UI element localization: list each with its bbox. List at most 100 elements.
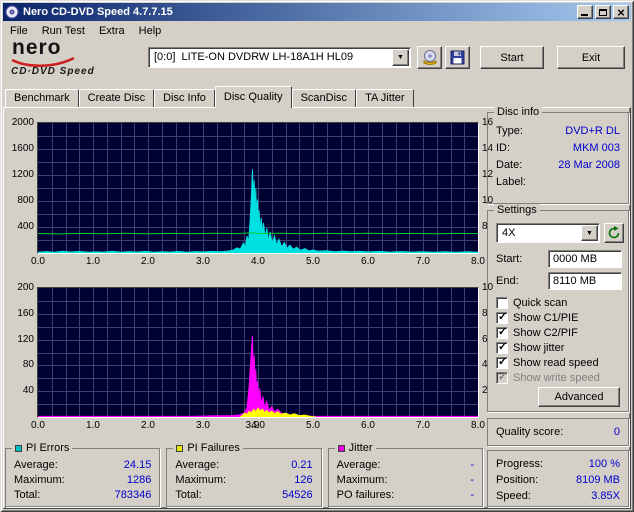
axis-tick-label: 1.0	[80, 421, 106, 431]
checkbox-show-write-speed: ✓Show write speed	[496, 370, 624, 385]
menu-help[interactable]: Help	[132, 23, 169, 39]
position-row: Position: 8109 MB	[488, 472, 628, 488]
axis-tick-label: 7.0	[410, 257, 436, 267]
title-bar[interactable]: Nero CD-DVD Speed 4.7.7.15 ×	[3, 3, 631, 21]
axis-tick-label: 80	[0, 360, 34, 370]
axis-tick-label: 2	[482, 386, 504, 396]
axis-tick-label: 8.0	[465, 421, 491, 431]
pi-failures-maximum-row: Maximum:126	[167, 472, 320, 487]
exit-button[interactable]: Exit	[557, 46, 625, 69]
stat-label: Maximum:	[14, 474, 65, 486]
stat-value: 54526	[282, 489, 313, 501]
advanced-button[interactable]: Advanced	[538, 387, 620, 407]
tab-create-disc[interactable]: Create Disc	[79, 89, 154, 107]
stat-label: Total:	[14, 489, 40, 501]
checkbox-label: Show jitter	[513, 342, 564, 354]
jitter-po-failures-row: PO failures:-	[329, 487, 482, 502]
refresh-button[interactable]	[604, 223, 624, 243]
tab-disc-quality[interactable]: Disc Quality	[215, 86, 292, 108]
quality-score-value: 0	[614, 426, 620, 438]
window-title: Nero CD-DVD Speed 4.7.7.15	[23, 6, 575, 18]
disc-tools-button[interactable]	[417, 46, 442, 69]
jitter-average-row: Average:-	[329, 457, 482, 472]
stat-value: 126	[294, 474, 312, 486]
stat-label: Total:	[175, 489, 201, 501]
checkbox-show-read-speed[interactable]: ✓Show read speed	[496, 355, 624, 370]
disc-date-row: Date: 28 Mar 2008	[488, 156, 628, 173]
chevron-down-icon: ▼	[586, 230, 593, 237]
save-button[interactable]	[445, 46, 470, 69]
axis-tick-label: 1.0	[80, 257, 106, 267]
minimize-button[interactable]	[577, 5, 593, 19]
chevron-down-icon: ▼	[397, 54, 404, 61]
checkbox-show-c1-pie[interactable]: ✓Show C1/PIE	[496, 310, 624, 325]
end-position-field[interactable]: 8110 MB	[548, 272, 622, 290]
stat-label: Average:	[14, 459, 58, 471]
drive-select-arrow[interactable]: ▼	[392, 49, 409, 66]
pi-errors-legend-swatch	[15, 445, 22, 452]
axis-tick-label: 8	[482, 309, 504, 319]
axis-tick-label: 8.0	[465, 257, 491, 267]
stat-value: 1286	[127, 474, 151, 486]
speed-select-arrow[interactable]: ▼	[581, 225, 598, 241]
drive-select[interactable]: [0:0] LITE-ON DVDRW LH-18A1H HL09 ▼	[148, 47, 411, 68]
refresh-icon	[607, 226, 621, 240]
progress-group: Progress: 100 % Position: 8109 MB Speed:…	[487, 450, 629, 507]
pi-errors-average-row: Average:24.15	[6, 457, 159, 472]
tab-disc-info[interactable]: Disc Info	[154, 89, 215, 107]
axis-tick-label: 4	[482, 360, 504, 370]
stat-value: 783346	[115, 489, 152, 501]
axis-tick-label: 16	[482, 118, 504, 128]
tab-ta-jitter[interactable]: TA Jitter	[356, 89, 414, 107]
save-icon	[450, 50, 465, 65]
app-disc-icon	[5, 5, 19, 19]
minimize-icon	[581, 14, 588, 16]
drive-select-value: [0:0] LITE-ON DVDRW LH-18A1H HL09	[154, 51, 353, 63]
axis-tick-label: 0.0	[25, 421, 51, 431]
menu-extra[interactable]: Extra	[92, 23, 132, 39]
checkbox-label: Show C1/PIE	[513, 312, 578, 324]
checkbox-show-c2-pif[interactable]: ✓Show C2/PIF	[496, 325, 624, 340]
disc-hand-icon	[422, 50, 438, 65]
close-icon: ×	[617, 7, 625, 18]
checkbox-box[interactable]	[496, 297, 508, 309]
stat-value: 0.21	[291, 459, 312, 471]
axis-tick-label: 1200	[0, 170, 34, 180]
stats-pi-failures-group: PI FailuresAverage:0.21Maximum:126Total:…	[166, 448, 321, 507]
start-position-field[interactable]: 0000 MB	[548, 250, 622, 268]
axis-tick-label: 14	[482, 144, 504, 154]
close-button[interactable]: ×	[613, 5, 629, 19]
stats-title-text: Jitter	[349, 442, 373, 455]
product-logo: CD·DVD Speed	[11, 66, 95, 77]
stats-group-title: PI Errors	[12, 442, 72, 455]
axis-tick-label: 160	[0, 309, 34, 319]
axis-tick-label: 1600	[0, 144, 34, 154]
checkbox-quick-scan[interactable]: Quick scan	[496, 295, 624, 310]
tab-benchmark[interactable]: Benchmark	[5, 89, 79, 107]
tab-strip: BenchmarkCreate DiscDisc InfoDisc Qualit…	[5, 86, 414, 108]
checkbox-label: Show write speed	[513, 372, 600, 384]
axis-tick-label: 40	[0, 386, 34, 396]
stats-group-title: PI Failures	[173, 442, 243, 455]
checkbox-label: Show read speed	[513, 357, 599, 369]
pi-failures-average-row: Average:0.21	[167, 457, 320, 472]
axis-tick-label: 3.0	[190, 421, 216, 431]
pi-failures-total-row: Total: 54526	[167, 487, 320, 502]
axis-tick-label: 120	[0, 335, 34, 345]
disc-info-group: Disc info Type: DVD+R DL ID: MKM 003 Dat…	[487, 112, 629, 204]
disc-id-value: MKM 003	[573, 142, 620, 154]
speed-select[interactable]: 4X ▼	[496, 223, 600, 243]
maximize-button[interactable]	[595, 5, 611, 19]
axis-tick-label: 12	[482, 170, 504, 180]
axis-tick-label: 3.0	[190, 257, 216, 267]
stats-pi-errors-group: PI ErrorsAverage:24.15Maximum:1286Total:…	[5, 448, 160, 507]
tab-scandisc[interactable]: ScanDisc	[292, 89, 356, 107]
disc-id-row: ID: MKM 003	[488, 139, 628, 156]
axis-tick-label: 6.0	[355, 257, 381, 267]
progress-label: Progress:	[496, 458, 543, 470]
stat-value: -	[470, 459, 474, 471]
axis-tick-label: 7.0	[410, 421, 436, 431]
statistics-row: PI ErrorsAverage:24.15Maximum:1286Total:…	[5, 448, 483, 507]
checkbox-show-jitter[interactable]: ✓Show jitter	[496, 340, 624, 355]
start-button[interactable]: Start	[480, 46, 544, 69]
